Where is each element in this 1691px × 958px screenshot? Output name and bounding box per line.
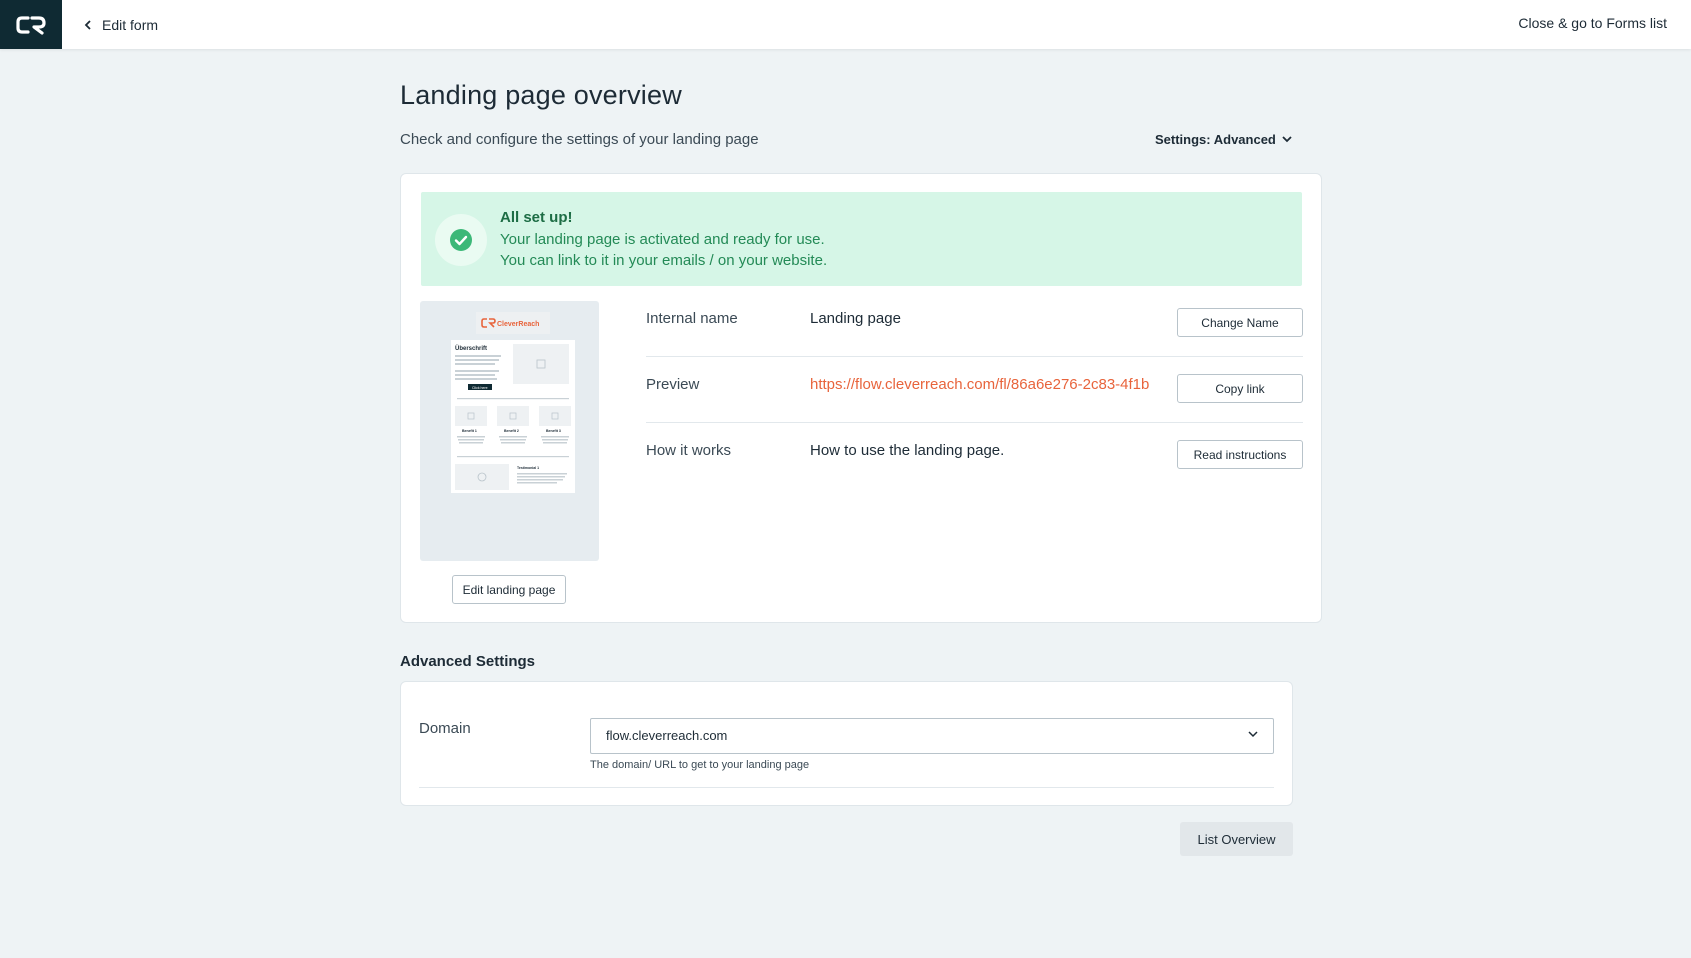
how-it-works-label: How it works (646, 442, 732, 459)
domain-select[interactable]: flow.cleverreach.com (590, 718, 1274, 754)
success-message: All set up! Your landing page is activat… (500, 207, 827, 272)
landing-page-thumbnail[interactable]: CleverReach Überschrift Click here Benef… (420, 301, 599, 561)
chevron-down-icon (1282, 136, 1292, 143)
domain-selected-value: flow.cleverreach.com (606, 728, 728, 743)
cleverreach-logo[interactable] (0, 0, 62, 49)
page-title: Landing page overview (400, 80, 682, 110)
advanced-settings-card: Domain flow.cleverreach.com The domain/ … (400, 681, 1293, 806)
success-title: All set up! (500, 209, 573, 226)
chevron-left-icon (84, 20, 91, 30)
close-go-to-forms-link[interactable]: Close & go to Forms list (1518, 15, 1667, 31)
thumb-benefit-1: Benefit 1 (462, 429, 477, 433)
thumb-testimonial: Testimonial 1 (517, 466, 539, 470)
thumb-cta-text: Click here (472, 386, 488, 390)
success-line-1: Your landing page is activated and ready… (500, 230, 825, 248)
preview-url-link[interactable]: https://flow.cleverreach.com/fl/86a6e276… (810, 376, 1170, 393)
check-circle-icon (450, 229, 472, 251)
thumb-benefit-2: Benefit 2 (504, 429, 519, 433)
detail-row-internal-name: Internal name Landing page Change Name (646, 291, 1303, 357)
internal-name-value: Landing page (810, 310, 901, 327)
thumb-brand-text: CleverReach (497, 321, 539, 328)
top-bar: Edit form Close & go to Forms list (0, 0, 1691, 49)
detail-row-how-it-works: How it works How to use the landing page… (646, 423, 1303, 489)
copy-link-button[interactable]: Copy link (1177, 374, 1303, 403)
how-it-works-value: How to use the landing page. (810, 442, 1005, 459)
page-subtitle: Check and configure the settings of your… (400, 131, 759, 148)
landing-page-preview-image: CleverReach Überschrift Click here Benef… (451, 308, 575, 493)
preview-label: Preview (646, 376, 700, 393)
list-overview-button[interactable]: List Overview (1180, 822, 1293, 856)
read-instructions-button[interactable]: Read instructions (1177, 440, 1303, 469)
internal-name-label: Internal name (646, 310, 738, 327)
advanced-settings-title: Advanced Settings (400, 653, 536, 670)
domain-label: Domain (419, 720, 471, 737)
change-name-button[interactable]: Change Name (1177, 308, 1303, 337)
thumb-benefit-3: Benefit 3 (546, 429, 561, 433)
settings-mode-label: Settings: Advanced (1155, 132, 1276, 147)
chevron-down-icon (1248, 731, 1258, 738)
landing-page-card: All set up! Your landing page is activat… (400, 173, 1322, 623)
domain-help-text: The domain/ URL to get to your landing p… (590, 759, 810, 771)
thumb-heading: Überschrift (455, 345, 487, 352)
advanced-divider (419, 787, 1274, 788)
detail-row-preview: Preview https://flow.cleverreach.com/fl/… (646, 357, 1303, 423)
success-line-2: You can link to it in your emails / on y… (500, 252, 828, 269)
back-link-label: Edit form (102, 17, 159, 33)
edit-landing-page-button[interactable]: Edit landing page (452, 575, 566, 604)
success-banner: All set up! Your landing page is activat… (421, 192, 1302, 286)
settings-mode-dropdown[interactable]: Settings: Advanced (1155, 132, 1292, 147)
success-badge (435, 214, 487, 266)
logo-icon (16, 15, 46, 35)
edit-form-back-link[interactable]: Edit form (84, 15, 158, 35)
